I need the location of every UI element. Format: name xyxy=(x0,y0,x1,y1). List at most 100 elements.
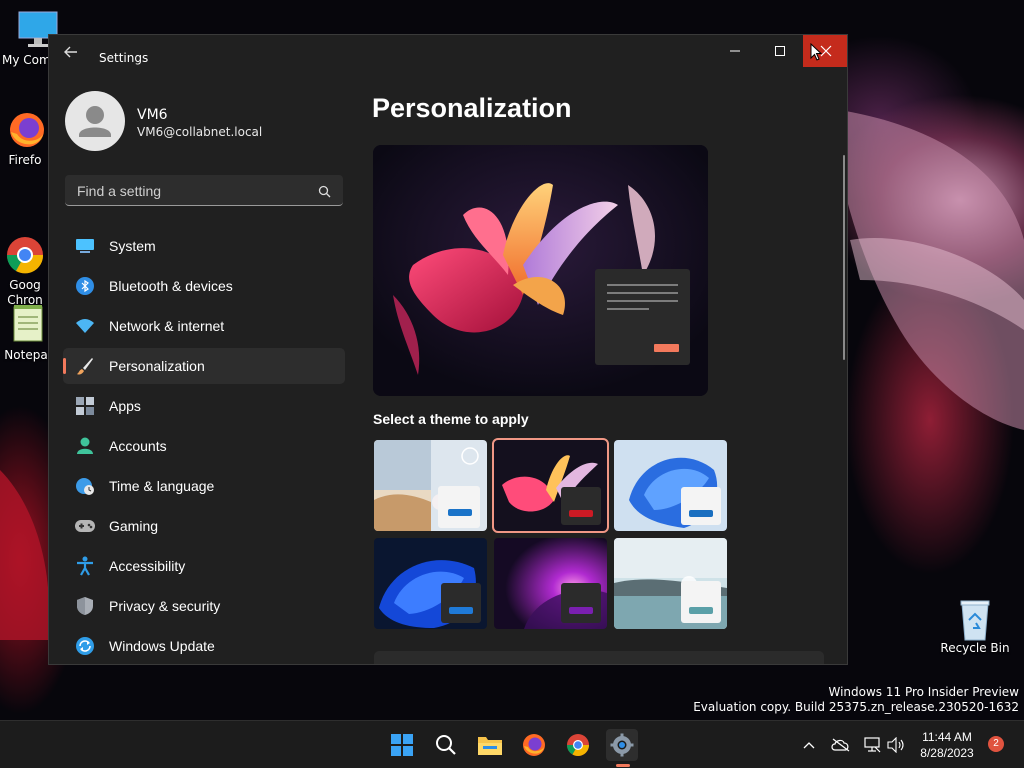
desktop-icon-chrome[interactable]: Goog Chron xyxy=(0,205,50,308)
sidebar-item-personalization[interactable]: Personalization xyxy=(63,348,345,384)
cloud-offline-icon xyxy=(831,738,850,752)
settings-button[interactable] xyxy=(606,729,638,761)
search-button[interactable] xyxy=(430,729,462,761)
sidebar-item-windows-update[interactable]: Windows Update xyxy=(63,628,345,664)
notification-badge[interactable]: 2 xyxy=(988,736,1004,752)
maximize-button[interactable] xyxy=(757,35,803,67)
desktop-icon-label: Notepa xyxy=(4,348,48,362)
firefox-icon xyxy=(523,734,545,756)
theme-thumbnail xyxy=(614,538,727,629)
apps-icon xyxy=(75,396,95,416)
brush-icon xyxy=(75,356,95,376)
sidebar-item-accounts[interactable]: Accounts xyxy=(63,428,345,464)
file-explorer-button[interactable] xyxy=(474,729,506,761)
show-hidden-icons-button[interactable] xyxy=(800,735,818,755)
gear-icon xyxy=(610,733,634,757)
theme-tile-windows-dark[interactable] xyxy=(374,538,487,629)
chrome-icon xyxy=(567,734,589,756)
theme-thumbnail xyxy=(374,538,487,629)
sidebar-item-accessibility[interactable]: Accessibility xyxy=(63,548,345,584)
sidebar-item-time-language[interactable]: Time & language xyxy=(63,468,345,504)
bluetooth-icon xyxy=(75,276,95,296)
taskbar-clock[interactable]: 11:44 AM 8/28/2023 xyxy=(905,729,989,761)
theme-section-label: Select a theme to apply xyxy=(373,411,529,427)
desktop-icon-firefox[interactable]: Firefo xyxy=(0,110,50,167)
onedrive-tray-button[interactable] xyxy=(830,735,852,755)
theme-tile-captured-motion[interactable] xyxy=(494,538,607,629)
volume-tray-button[interactable] xyxy=(886,735,906,755)
theme-tile-flow[interactable] xyxy=(614,538,727,629)
shield-icon xyxy=(75,596,95,616)
sidebar-item-apps[interactable]: Apps xyxy=(63,388,345,424)
arrow-left-icon xyxy=(64,46,77,58)
maximize-icon xyxy=(775,46,785,56)
minimize-button[interactable] xyxy=(712,35,758,67)
firefox-button[interactable] xyxy=(518,729,550,761)
chrome-button[interactable] xyxy=(562,729,594,761)
start-button[interactable] xyxy=(386,729,418,761)
desktop-icon-recycle-bin[interactable]: Recycle Bin xyxy=(940,598,1010,655)
theme-thumbnail xyxy=(494,538,607,629)
user-email: VM6@collabnet.local xyxy=(137,125,263,139)
sidebar-item-network[interactable]: Network & internet xyxy=(63,308,345,344)
search-icon xyxy=(436,735,456,755)
mouse-cursor-icon xyxy=(810,42,823,65)
update-icon xyxy=(75,636,95,656)
desktop-icon-label: Recycle Bin xyxy=(940,641,1010,655)
folder-icon xyxy=(478,737,502,755)
theme-preview xyxy=(373,145,708,396)
wifi-icon xyxy=(75,316,95,336)
desktop-icon-this-pc[interactable]: My Com xyxy=(2,10,58,67)
find-setting-search[interactable] xyxy=(65,175,343,206)
window-title: Settings xyxy=(99,51,149,65)
theme-preview-image xyxy=(373,145,708,396)
scrollbar-thumb[interactable] xyxy=(843,155,845,360)
theme-tile-glow[interactable] xyxy=(492,438,609,533)
chevron-up-icon xyxy=(803,742,815,749)
clock-date: 8/28/2023 xyxy=(920,746,974,760)
desktop-icon-label: Firefo xyxy=(8,153,42,167)
sidebar-item-privacy-security[interactable]: Privacy & security xyxy=(63,588,345,624)
accessibility-icon xyxy=(75,556,95,576)
settings-card[interactable] xyxy=(374,651,824,664)
search-icon xyxy=(318,183,331,202)
taskbar: 11:44 AM 8/28/2023 xyxy=(0,720,1024,768)
title-bar[interactable]: Settings xyxy=(49,35,847,67)
desktop-icon-label: Goog Chron xyxy=(7,278,43,307)
windows-logo-icon xyxy=(391,734,413,756)
gamepad-icon xyxy=(75,516,95,536)
clock-time: 11:44 AM xyxy=(922,730,972,744)
recycle-bin-icon xyxy=(953,598,997,641)
sidebar-item-gaming[interactable]: Gaming xyxy=(63,508,345,544)
theme-tile-spotlight[interactable] xyxy=(374,440,487,531)
sidebar-item-label: Personalization xyxy=(109,358,205,374)
sidebar-item-label: Time & language xyxy=(109,478,215,494)
sidebar-item-label: Privacy & security xyxy=(109,598,221,614)
evaluation-watermark: Windows 11 Pro Insider Preview Evaluatio… xyxy=(693,685,1019,715)
avatar xyxy=(65,91,125,151)
theme-thumbnail xyxy=(494,440,607,531)
desktop-icon-label: My Com xyxy=(2,53,51,67)
search-input[interactable] xyxy=(75,181,309,201)
sidebar-item-bluetooth[interactable]: Bluetooth & devices xyxy=(63,268,345,304)
firefox-icon xyxy=(3,110,47,150)
sidebar-nav: System Bluetooth & devices Network & int… xyxy=(63,228,345,664)
notepad-icon xyxy=(4,305,48,345)
back-button[interactable] xyxy=(63,44,81,60)
sidebar-item-label: Windows Update xyxy=(109,638,215,654)
theme-tile-windows-light[interactable] xyxy=(614,440,727,531)
desktop-icon-notepad[interactable]: Notepa xyxy=(0,305,52,362)
watermark-line1: Windows 11 Pro Insider Preview xyxy=(828,685,1019,699)
minimize-icon xyxy=(730,50,740,52)
settings-window: Settings VM6 VM6@collabnet.local System xyxy=(48,34,848,665)
system-icon xyxy=(75,236,95,256)
sidebar-item-label: Accounts xyxy=(109,438,167,454)
globe-clock-icon xyxy=(75,476,95,496)
user-name: VM6 xyxy=(137,107,168,123)
theme-thumbnail xyxy=(614,440,727,531)
network-tray-button[interactable] xyxy=(862,735,882,755)
sidebar-item-system[interactable]: System xyxy=(63,228,345,264)
sidebar-item-label: Apps xyxy=(109,398,141,414)
sidebar-item-label: System xyxy=(109,238,156,254)
sidebar-item-label: Network & internet xyxy=(109,318,225,334)
